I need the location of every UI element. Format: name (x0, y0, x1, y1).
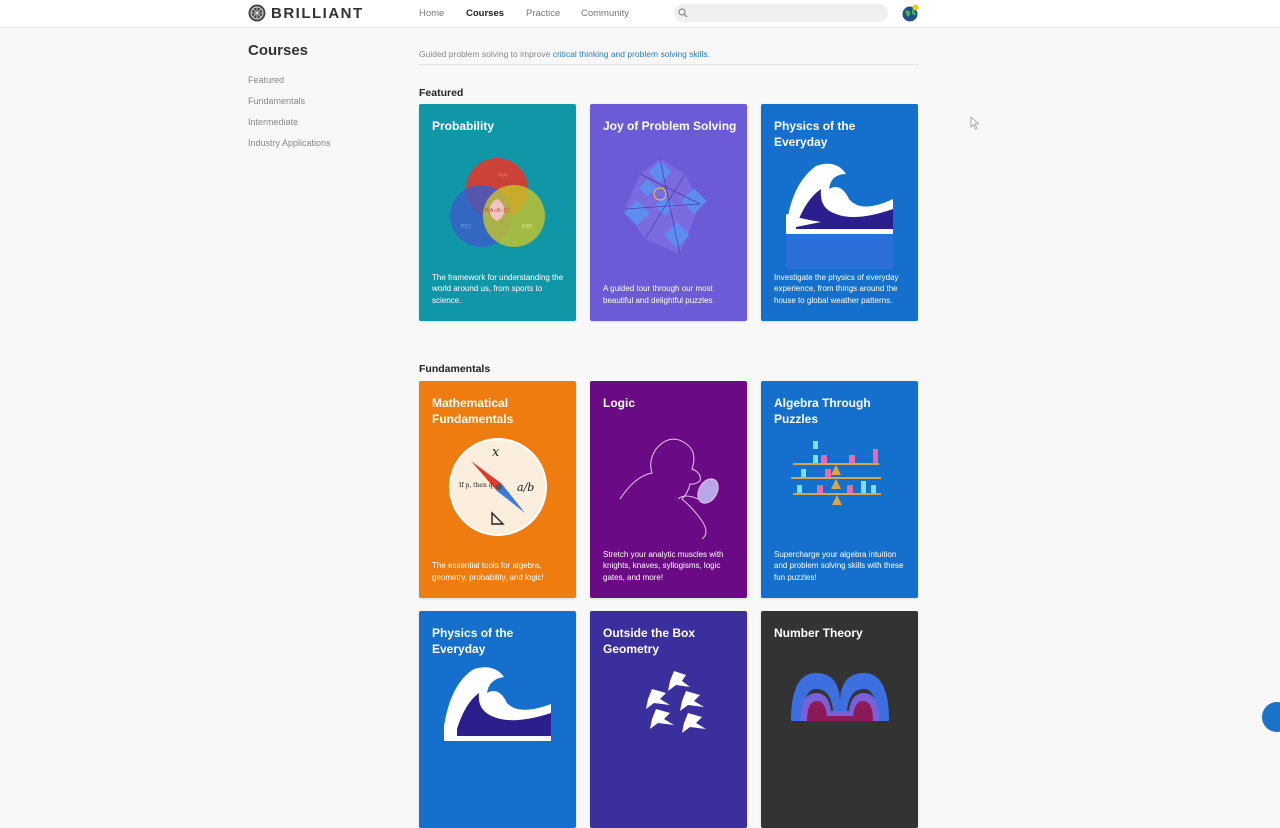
sidebar-item-intermediate[interactable]: Intermediate (248, 117, 298, 127)
intro-link[interactable]: critical thinking and problem solving sk… (553, 49, 710, 59)
search-icon (678, 8, 688, 18)
card-title: Outside the Box Geometry (603, 626, 696, 656)
compass-text-logic: If p, then q. (459, 482, 495, 489)
profile-globe-icon[interactable] (901, 4, 919, 22)
card-description: A guided tour through our most beautiful… (603, 284, 715, 305)
brilliant-logo[interactable]: BRILLIANT (248, 4, 364, 22)
venn-label-center: P(A∩B∩C) (485, 208, 509, 214)
card-title: Mathematical Fundamentals (432, 396, 514, 426)
sidebar-item-industry-applications[interactable]: Industry Applications (248, 138, 331, 148)
card-description: Stretch your analytic muscles with knigh… (603, 550, 724, 582)
course-card-mathematical-fundamentals[interactable]: x a/b If p, then q. Mathematical Fundame… (419, 381, 576, 598)
nav-courses[interactable]: Courses (466, 8, 504, 19)
divider (419, 64, 918, 65)
nav-home[interactable]: Home (419, 8, 444, 19)
chat-button[interactable] (1262, 702, 1280, 732)
intro-lead: Guided problem solving to improve (419, 49, 553, 59)
brand-name: BRILLIANT (271, 4, 364, 22)
mouse-cursor-icon (970, 116, 980, 130)
card-description: The framework for understanding the worl… (432, 273, 564, 305)
brilliant-logo-icon (248, 4, 266, 22)
card-title: Number Theory (774, 626, 863, 640)
card-title: Physics of the Everyday (432, 626, 514, 656)
section-title-featured: Featured (419, 87, 464, 99)
card-description: The essential tools for algebra, geometr… (432, 561, 544, 582)
search-input[interactable] (694, 6, 884, 22)
page-title: Courses (248, 42, 309, 59)
card-title: Algebra Through Puzzles (774, 396, 871, 426)
search-box[interactable] (674, 4, 888, 22)
sidebar-item-featured[interactable]: Featured (248, 75, 284, 85)
card-title: Probability (432, 119, 495, 133)
course-card-physics-of-the-everyday[interactable]: Physics of the Everyday Investigate the … (761, 104, 918, 321)
venn-label-a: P(A) (498, 173, 508, 179)
sidebar-item-fundamentals[interactable]: Fundamentals (248, 96, 305, 106)
card-title: Logic (603, 396, 635, 410)
course-card-algebra-through-puzzles[interactable]: Algebra Through Puzzles Supercharge your… (761, 381, 918, 598)
venn-label-c: P(C) (461, 224, 472, 230)
compass-text-ab: a/b (517, 481, 534, 494)
course-card-logic[interactable]: Logic Stretch your analytic muscles with… (590, 381, 747, 598)
course-card-joy-of-problem-solving[interactable]: Joy of Problem Solving A guided tour thr… (590, 104, 747, 321)
card-title: Physics of the Everyday (774, 119, 856, 149)
intro-text: Guided problem solving to improve critic… (419, 49, 710, 59)
nav-practice[interactable]: Practice (526, 8, 560, 19)
top-navigation-bar: BRILLIANT Home Courses Practice Communit… (0, 0, 1280, 28)
nav-community[interactable]: Community (581, 8, 629, 19)
course-card-probability[interactable]: P(A) P(C) P(B) P(A∩B∩C) Probability The … (419, 104, 576, 321)
venn-label-b: P(B) (522, 224, 532, 230)
section-title-fundamentals: Fundamentals (419, 363, 491, 375)
card-title: Joy of Problem Solving (603, 119, 737, 133)
card-description: Investigate the physics of everyday expe… (774, 273, 899, 305)
card-description: Supercharge your algebra intuition and p… (774, 550, 904, 582)
compass-text-x: x (492, 445, 500, 460)
